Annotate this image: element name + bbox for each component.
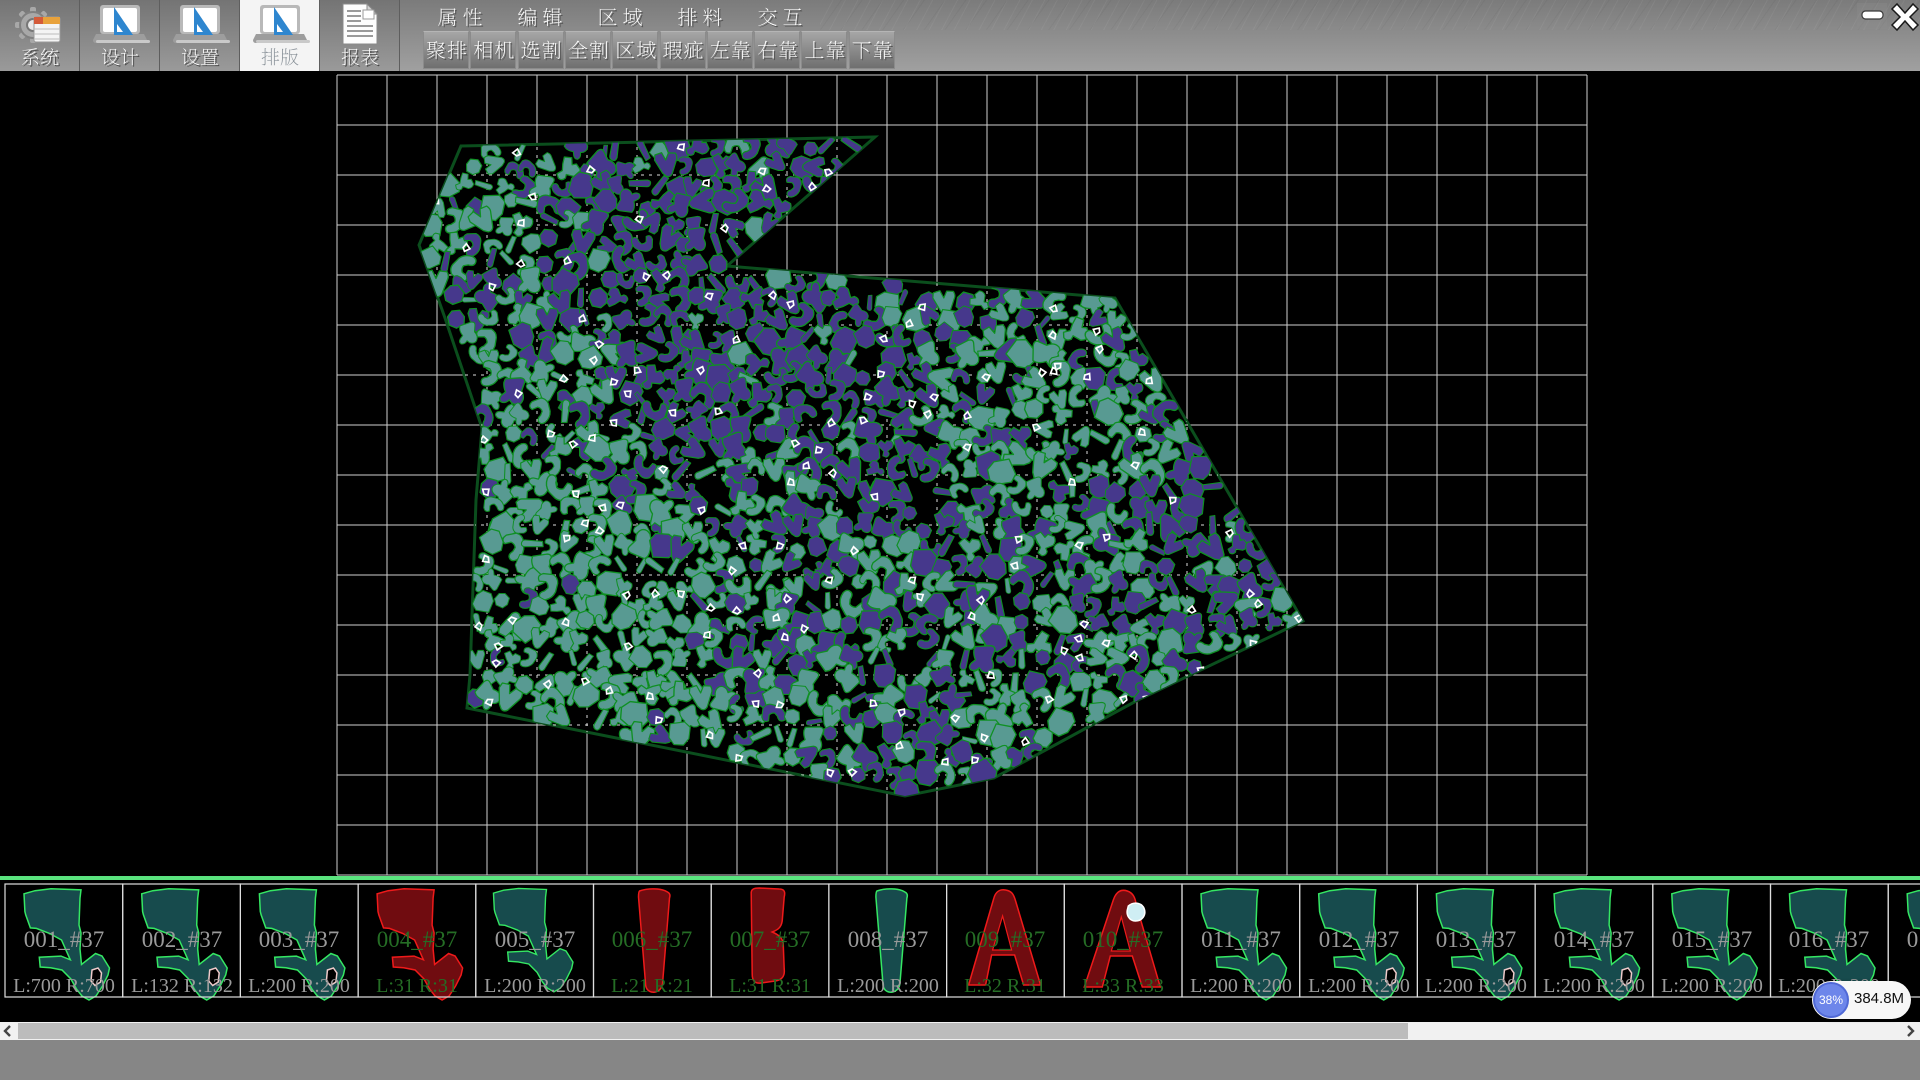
svg-text:014_#37: 014_#37 [1554, 927, 1635, 952]
svg-text:L:700 R:700: L:700 R:700 [13, 975, 115, 997]
svg-text:006_#37: 006_#37 [612, 927, 693, 952]
svg-text:L:200 R:200: L:200 R:200 [837, 975, 939, 997]
svg-text:L:200 R:200: L:200 R:200 [1190, 975, 1292, 997]
svg-text:004_#37: 004_#37 [377, 927, 458, 952]
svg-text:L:33 R:33: L:33 R:33 [1082, 975, 1164, 997]
svg-text:007_#37: 007_#37 [730, 927, 811, 952]
svg-text:017_#37: 017_#37 [1907, 927, 1920, 952]
svg-text:009_#37: 009_#37 [965, 927, 1046, 952]
svg-text:005_#37: 005_#37 [495, 927, 576, 952]
svg-text:L:31 R:31: L:31 R:31 [729, 975, 811, 997]
svg-text:L:200 R:200: L:200 R:200 [1308, 975, 1410, 997]
svg-text:L:200 R:200: L:200 R:200 [248, 975, 350, 997]
svg-text:001_#37: 001_#37 [24, 927, 105, 952]
svg-text:012_#37: 012_#37 [1319, 927, 1400, 952]
svg-text:010_#37: 010_#37 [1083, 927, 1164, 952]
svg-text:L:132 R:132: L:132 R:132 [131, 975, 233, 997]
svg-text:L:31 R:31: L:31 R:31 [376, 975, 458, 997]
svg-text:L:200 R:200: L:200 R:200 [484, 975, 586, 997]
svg-text:L:200 R:200: L:200 R:200 [1543, 975, 1645, 997]
svg-text:016_#37: 016_#37 [1789, 927, 1870, 952]
svg-text:L:21 R:21: L:21 R:21 [611, 975, 693, 997]
svg-text:015_#37: 015_#37 [1672, 927, 1753, 952]
svg-text:L:32 R:31: L:32 R:31 [964, 975, 1046, 997]
svg-text:003_#37: 003_#37 [259, 927, 340, 952]
svg-text:011_#37: 011_#37 [1201, 927, 1281, 952]
svg-text:013_#37: 013_#37 [1436, 927, 1517, 952]
svg-text:008_#37: 008_#37 [848, 927, 929, 952]
svg-text:L:200 R:200: L:200 R:200 [1661, 975, 1763, 997]
svg-text:002_#37: 002_#37 [142, 927, 223, 952]
svg-text:L:200 R:200: L:200 R:200 [1425, 975, 1527, 997]
